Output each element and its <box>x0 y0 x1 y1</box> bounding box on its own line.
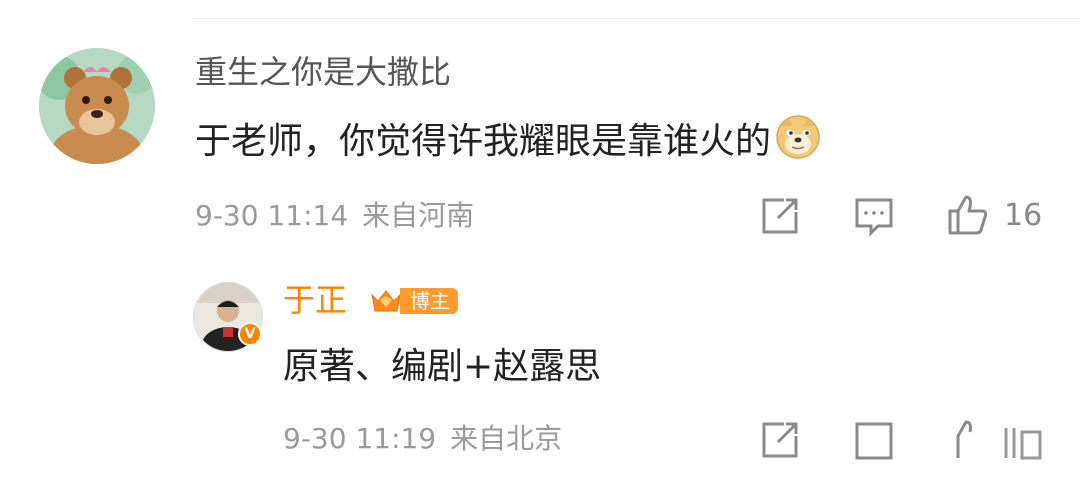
author-badge-label: 博主 <box>400 288 458 314</box>
like-count: 16 <box>1004 198 1043 233</box>
watermark-icon <box>1000 418 1070 462</box>
crown-icon <box>371 290 401 312</box>
comment-location: 来自河南 <box>362 199 475 232</box>
comment-meta: 9-30 11:14 来自河南 <box>195 198 474 234</box>
like-icon[interactable] <box>946 193 990 237</box>
reply-location: 来自北京 <box>450 422 563 455</box>
reply-date: 9-30 11:19 <box>283 422 437 455</box>
doge-emoji-icon <box>775 114 821 172</box>
reply-meta: 9-30 11:19 来自北京 <box>283 421 562 457</box>
author-badge: 博主 <box>368 285 458 317</box>
top-divider <box>193 18 1080 19</box>
reply-comment-icon[interactable] <box>852 418 896 462</box>
reply-text: 原著、编剧+赵露思 <box>283 346 602 387</box>
reply-like-icon[interactable] <box>946 418 990 462</box>
comment-icon[interactable] <box>852 194 896 238</box>
commenter-username[interactable]: 重生之你是大撒比 <box>195 52 451 92</box>
commenter-avatar[interactable] <box>39 48 155 164</box>
verified-badge: V <box>238 322 262 346</box>
repost-icon[interactable] <box>758 194 802 238</box>
comment-date: 9-30 11:14 <box>195 199 349 232</box>
comment-text: 于老师，你觉得许我耀眼是靠谁火的 <box>195 121 772 162</box>
comment-text-row: 于老师，你觉得许我耀眼是靠谁火的 <box>195 114 821 172</box>
replier-username[interactable]: 于正 <box>283 280 347 320</box>
reply-repost-icon[interactable] <box>758 418 802 462</box>
